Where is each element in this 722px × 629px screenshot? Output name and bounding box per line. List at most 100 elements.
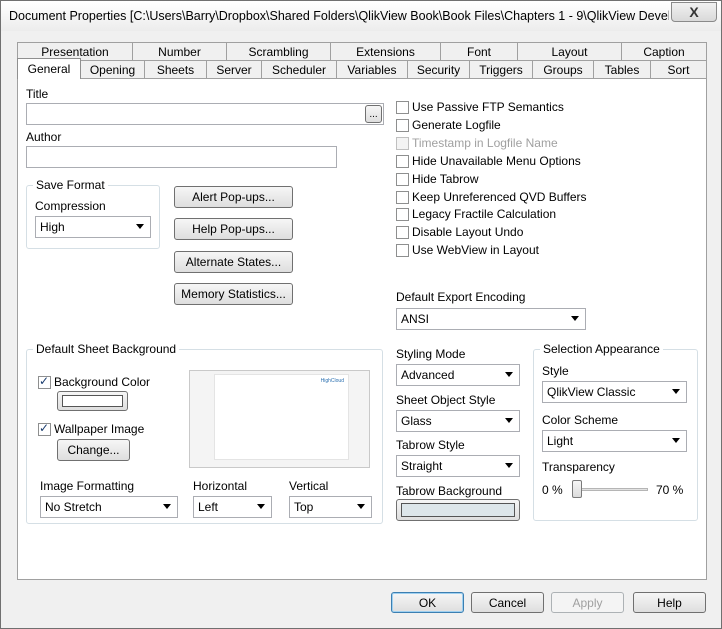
chevron-down-icon <box>357 504 365 509</box>
transparency-slider-thumb[interactable] <box>572 480 582 498</box>
styling-mode-value: Advanced <box>401 368 455 382</box>
color-scheme-value: Light <box>547 434 574 448</box>
background-color-swatch <box>62 395 123 407</box>
wallpaper-image-checkbox[interactable] <box>38 421 51 436</box>
chevron-down-icon <box>571 316 579 321</box>
selection-style-value: QlikView Classic <box>547 385 636 399</box>
tabrow-background-label: Tabrow Background <box>396 484 503 498</box>
compression-label: Compression <box>35 199 106 213</box>
wallpaper-preview: HighCloud <box>189 370 370 468</box>
tabrow-style-value: Straight <box>401 459 443 473</box>
background-color-checkbox[interactable] <box>38 374 51 389</box>
passive-ftp-checkbox[interactable] <box>396 101 409 114</box>
title-input[interactable] <box>26 103 384 125</box>
export-encoding-select[interactable]: ANSI <box>396 308 586 330</box>
tab-groups[interactable]: Groups <box>532 60 594 79</box>
compression-value: High <box>40 220 65 234</box>
wallpaper-image-label: Wallpaper Image <box>54 422 145 436</box>
webview-layout-checkbox[interactable] <box>396 244 409 257</box>
alternate-states-button[interactable]: Alternate States... <box>174 251 293 273</box>
styling-mode-label: Styling Mode <box>396 347 466 361</box>
vertical-select[interactable]: Top <box>289 496 372 518</box>
hide-unavailable-menu-label: Hide Unavailable Menu Options <box>412 154 581 168</box>
color-scheme-select[interactable]: Light <box>542 430 687 452</box>
tabrow-style-select[interactable]: Straight <box>396 455 520 477</box>
tab-sheets[interactable]: Sheets <box>144 60 207 79</box>
window-title: Document Properties [C:\Users\Barry\Drop… <box>9 9 669 23</box>
sheet-background-group: Default Sheet Background Background Colo… <box>26 342 383 524</box>
tab-sort[interactable]: Sort <box>650 60 707 79</box>
sheet-background-group-title: Default Sheet Background <box>33 342 180 356</box>
image-formatting-value: No Stretch <box>45 500 102 514</box>
selection-style-select[interactable]: QlikView Classic <box>542 381 687 403</box>
tab-opening[interactable]: Opening <box>80 60 145 79</box>
tab-extensions[interactable]: Extensions <box>330 42 441 61</box>
sheet-object-style-value: Glass <box>401 414 432 428</box>
legacy-fractile-checkbox[interactable] <box>396 208 409 221</box>
tab-tables[interactable]: Tables <box>593 60 651 79</box>
image-formatting-select[interactable]: No Stretch <box>40 496 178 518</box>
sheet-object-style-select[interactable]: Glass <box>396 410 520 432</box>
background-color-label: Background Color <box>54 375 151 389</box>
wallpaper-preview-sheet: HighCloud <box>214 374 349 460</box>
tab-number[interactable]: Number <box>132 42 227 61</box>
chevron-down-icon <box>505 418 513 423</box>
save-format-group: Save Format Compression High <box>26 178 160 249</box>
tab-triggers[interactable]: Triggers <box>469 60 533 79</box>
author-label: Author <box>26 130 62 144</box>
chevron-down-icon <box>505 463 513 468</box>
ok-button[interactable]: OK <box>391 592 464 613</box>
tab-server[interactable]: Server <box>206 60 262 79</box>
disable-layout-undo-checkbox[interactable] <box>396 226 409 239</box>
tabrow-background-swatch <box>401 503 515 517</box>
tab-font[interactable]: Font <box>440 42 518 61</box>
hide-unavailable-menu-checkbox[interactable] <box>396 155 409 168</box>
compression-select[interactable]: High <box>35 216 151 238</box>
background-color-button[interactable] <box>57 391 128 411</box>
help-button[interactable]: Help <box>633 592 706 613</box>
passive-ftp-label: Use Passive FTP Semantics <box>412 100 564 114</box>
chevron-down-icon <box>672 389 680 394</box>
document-properties-dialog: Document Properties [C:\Users\Barry\Drop… <box>0 0 722 629</box>
apply-button[interactable]: Apply <box>551 592 624 613</box>
tab-scheduler[interactable]: Scheduler <box>261 60 337 79</box>
chevron-down-icon <box>257 504 265 509</box>
generate-logfile-checkbox[interactable] <box>396 119 409 132</box>
tab-security[interactable]: Security <box>407 60 470 79</box>
author-input[interactable] <box>26 146 337 168</box>
title-label: Title <box>26 87 49 101</box>
timestamp-logfile-checkbox[interactable] <box>396 137 409 150</box>
hide-tabrow-checkbox[interactable] <box>396 173 409 186</box>
color-scheme-label: Color Scheme <box>542 413 619 427</box>
save-format-group-title: Save Format <box>33 178 108 192</box>
tab-variables[interactable]: Variables <box>336 60 408 79</box>
alert-popups-button[interactable]: Alert Pop-ups... <box>174 186 293 208</box>
keep-qvd-buffers-label: Keep Unreferenced QVD Buffers <box>412 190 587 204</box>
styling-mode-select[interactable]: Advanced <box>396 364 520 386</box>
tabrow-background-button[interactable] <box>396 499 520 521</box>
chevron-down-icon <box>136 224 144 229</box>
preview-logo: HighCloud <box>320 378 344 384</box>
tab-scrambling[interactable]: Scrambling <box>226 42 331 61</box>
close-button[interactable]: X <box>671 2 717 22</box>
generate-logfile-label: Generate Logfile <box>412 118 501 132</box>
help-popups-button[interactable]: Help Pop-ups... <box>174 218 293 240</box>
tabrow-style-label: Tabrow Style <box>396 438 465 452</box>
transparency-slider-track[interactable] <box>572 488 648 491</box>
transparency-max-label: 70 % <box>656 483 684 497</box>
tab-general[interactable]: General <box>17 58 81 79</box>
memory-statistics-button[interactable]: Memory Statistics... <box>174 283 293 305</box>
selection-style-label: Style <box>542 364 569 378</box>
change-wallpaper-button[interactable]: Change... <box>57 439 130 461</box>
keep-qvd-buffers-checkbox[interactable] <box>396 191 409 204</box>
cancel-button[interactable]: Cancel <box>471 592 544 613</box>
hide-tabrow-label: Hide Tabrow <box>412 172 479 186</box>
tab-caption[interactable]: Caption <box>621 42 707 61</box>
tab-layout[interactable]: Layout <box>517 42 622 61</box>
image-formatting-label: Image Formatting <box>40 479 135 493</box>
horizontal-select[interactable]: Left <box>193 496 272 518</box>
webview-layout-label: Use WebView in Layout <box>412 243 539 257</box>
title-browse-button[interactable]: ... <box>365 105 382 123</box>
selection-appearance-group: Selection Appearance Style QlikView Clas… <box>533 342 698 521</box>
horizontal-value: Left <box>198 500 219 514</box>
